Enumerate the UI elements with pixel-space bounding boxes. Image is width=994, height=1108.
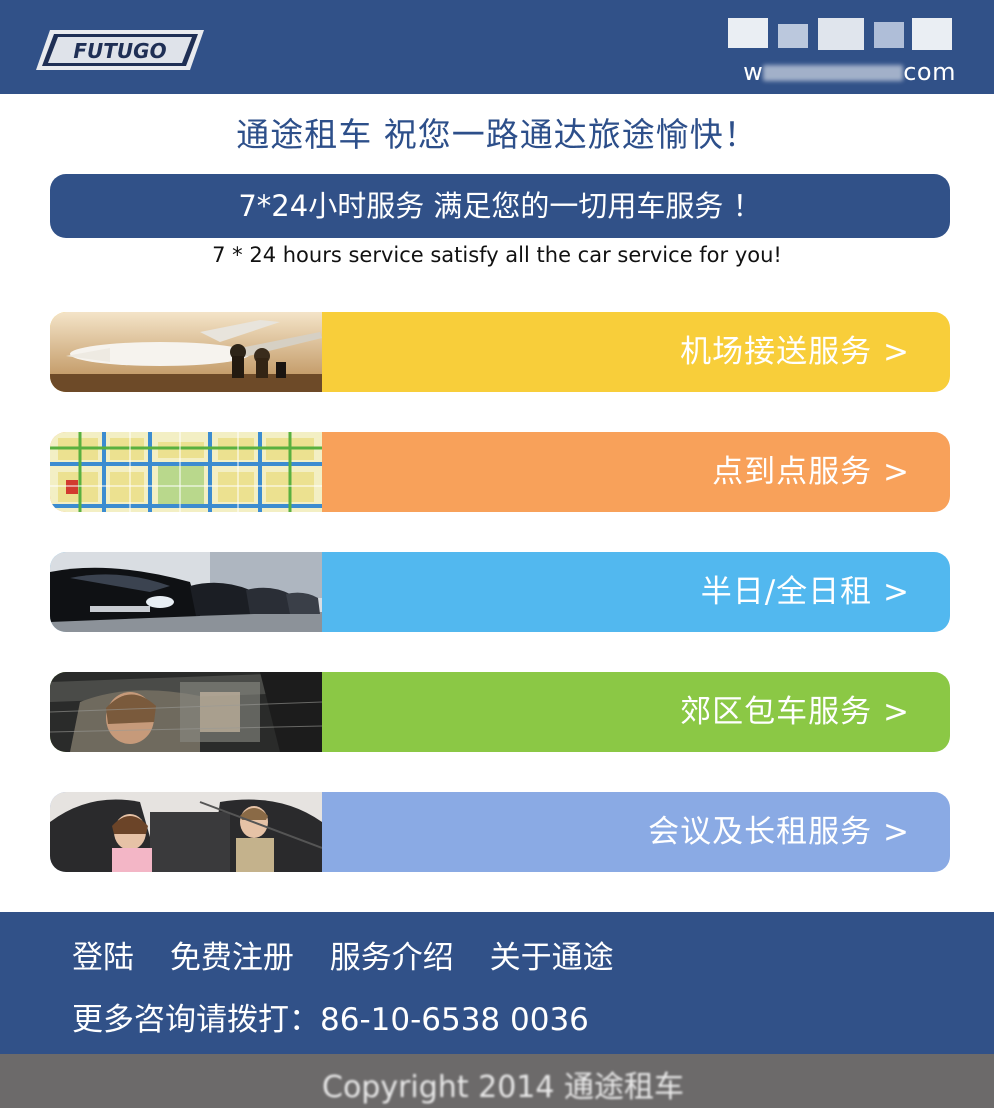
site-url-suffix: com	[903, 58, 956, 86]
child-seats-image	[50, 792, 322, 872]
airport-transfer-label: 机场接送服务 >	[680, 334, 910, 370]
conference-long-term-button[interactable]: 会议及长租服务 >	[50, 792, 950, 872]
suburban-charter-button[interactable]: 郊区包车服务 >	[50, 672, 950, 752]
footer: 登陆 免费注册 服务介绍 关于通途 更多咨询请拨打：86-10-6538 003…	[0, 912, 994, 1054]
point-to-point-button[interactable]: 点到点服务 >	[50, 432, 950, 512]
copyright-bar: Copyright 2014 通途租车	[0, 1054, 994, 1108]
header-bar: FUTUGO w com	[0, 0, 994, 94]
brand-logo[interactable]: FUTUGO	[36, 28, 204, 72]
about-link[interactable]: 关于通途	[490, 940, 614, 976]
city-map-image	[50, 432, 322, 512]
point-to-point-label: 点到点服务 >	[712, 454, 910, 490]
logo-text: FUTUGO	[73, 39, 166, 63]
contact-phone: 更多咨询请拨打：86-10-6538 0036	[72, 1002, 589, 1038]
conference-long-term-label: 会议及长租服务 >	[648, 814, 910, 850]
page-slogan: 通途租车 祝您一路通达旅途愉快！	[236, 115, 758, 154]
site-url[interactable]: w com	[743, 58, 956, 86]
register-link[interactable]: 免费注册	[170, 940, 294, 976]
sedan-fleet-image	[50, 552, 322, 632]
header-contact: w com	[698, 8, 958, 86]
footer-nav: 登陆 免费注册 服务介绍 关于通途	[72, 932, 640, 977]
car-window-image	[50, 672, 322, 752]
login-link[interactable]: 登陆	[72, 940, 134, 976]
airport-transfer-button[interactable]: 机场接送服务 >	[50, 312, 950, 392]
copyright-text: Copyright 2014 通途租车	[322, 1070, 685, 1105]
blurred-domain	[763, 65, 904, 81]
blurred-brand-name	[728, 18, 952, 50]
services-intro-link[interactable]: 服务介绍	[330, 940, 454, 976]
day-rental-button[interactable]: 半日/全日租 >	[50, 552, 950, 632]
service-banner-subtitle: 7 * 24 hours service satisfy all the car…	[212, 243, 782, 267]
logo-graphic: FUTUGO	[36, 30, 204, 70]
day-rental-label: 半日/全日租 >	[700, 574, 910, 610]
airport-jet-image	[50, 312, 322, 392]
service-banner: 7*24小时服务 满足您的一切用车服务 ！	[50, 174, 950, 238]
suburban-charter-label: 郊区包车服务 >	[680, 694, 910, 730]
